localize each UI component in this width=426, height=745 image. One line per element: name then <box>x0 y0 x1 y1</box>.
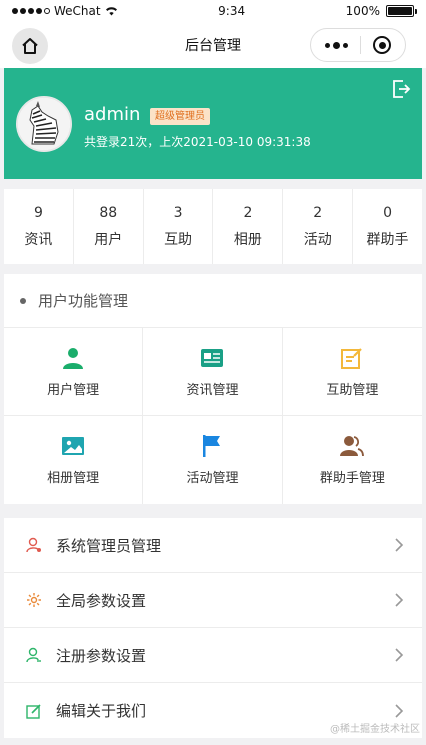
function-section: 用户功能管理 用户管理 资讯管理 互助管理 相册管理 活动管理 群助手管理 <box>4 274 422 504</box>
stat-users[interactable]: 88 用户 <box>74 189 144 264</box>
stat-albums[interactable]: 2 相册 <box>213 189 284 264</box>
chevron-right-icon <box>395 538 404 552</box>
function-grid: 用户管理 资讯管理 互助管理 相册管理 活动管理 群助手管理 <box>4 328 422 504</box>
stat-value: 0 <box>383 204 393 221</box>
section-header: 用户功能管理 <box>4 274 422 328</box>
grid-item-label: 互助管理 <box>326 382 379 398</box>
target-icon <box>378 41 386 49</box>
register-user-icon <box>26 647 41 663</box>
grid-item-label: 相册管理 <box>47 471 100 486</box>
stat-news[interactable]: 9 资讯 <box>4 189 74 264</box>
watermark: @稀土掘金技术社区 <box>330 724 420 735</box>
page-title: 后台管理 <box>185 38 241 54</box>
settings-list: 系统管理员管理 全局参数设置 注册参数设置 编辑关于我们 <box>4 518 422 738</box>
grid-item-activity-management[interactable]: 活动管理 <box>143 416 283 504</box>
grid-item-group-assistant-management[interactable]: 群助手管理 <box>283 416 422 504</box>
avatar[interactable] <box>16 96 72 152</box>
username: admin <box>84 104 141 125</box>
grid-item-user-management[interactable]: 用户管理 <box>4 328 144 416</box>
list-item-label: 编辑关于我们 <box>56 702 147 720</box>
mini-program-capsule <box>310 28 406 62</box>
stat-activities[interactable]: 2 活动 <box>283 189 354 264</box>
stat-value: 9 <box>33 204 43 221</box>
status-time: 9:34 <box>218 4 246 18</box>
wifi-icon <box>105 7 117 16</box>
list-item-label: 全局参数设置 <box>56 591 147 610</box>
grid-item-album-management[interactable]: 相册管理 <box>4 416 144 504</box>
login-info: 共登录21次，上次2021-03-10 09:31:38 <box>84 135 311 149</box>
list-item-global-settings[interactable]: 全局参数设置 <box>4 573 422 628</box>
close-mini-program-button[interactable] <box>373 36 391 54</box>
photo-icon <box>62 437 85 455</box>
edit-icon <box>26 703 41 719</box>
edit-note-icon <box>341 347 363 369</box>
stat-label: 用户 <box>94 231 123 248</box>
gear-icon <box>27 593 41 607</box>
stat-label: 互助 <box>164 231 193 248</box>
list-item-admin-management[interactable]: 系统管理员管理 <box>4 518 422 573</box>
profile-header: admin 超级管理员 共登录21次，上次2021-03-10 09:31:38 <box>4 68 422 179</box>
grid-item-label: 资讯管理 <box>186 382 239 398</box>
status-bar-right: 100% <box>345 4 417 18</box>
chevron-right-icon <box>395 593 404 607</box>
battery-percent: 100% <box>345 4 380 18</box>
battery-icon <box>385 5 417 17</box>
list-item-label: 注册参数设置 <box>56 646 147 665</box>
stat-label: 资讯 <box>24 231 53 248</box>
signal-icon <box>12 8 50 14</box>
admin-user-icon <box>26 537 41 553</box>
section-title: 用户功能管理 <box>38 292 129 310</box>
stat-group-assistant[interactable]: 0 群助手 <box>353 189 422 264</box>
stat-label: 群助手 <box>366 231 409 248</box>
nav-bar: 后台管理 <box>0 22 426 68</box>
grid-item-label: 用户管理 <box>47 382 100 398</box>
grid-item-label: 群助手管理 <box>319 471 385 486</box>
capsule-divider <box>360 36 361 54</box>
list-item-label: 系统管理员管理 <box>56 536 162 555</box>
grid-item-news-management[interactable]: 资讯管理 <box>143 328 283 416</box>
stats-bar: 9 资讯 88 用户 3 互助 2 相册 2 活动 0 群助手 <box>4 189 422 264</box>
carrier-label: WeChat <box>54 4 101 18</box>
home-icon <box>22 38 38 54</box>
flag-icon <box>203 435 221 457</box>
stat-label: 相册 <box>233 231 262 248</box>
status-bar: WeChat 9:34 100% <box>0 0 426 22</box>
more-menu-button[interactable] <box>325 41 348 49</box>
stat-mutual-help[interactable]: 3 互助 <box>144 189 214 264</box>
bullet-icon <box>20 297 26 304</box>
home-button[interactable] <box>12 28 48 64</box>
stat-value: 2 <box>313 204 323 221</box>
group-icon <box>340 436 365 457</box>
stat-value: 88 <box>99 204 118 221</box>
chevron-right-icon <box>395 703 404 718</box>
stat-label: 活动 <box>303 231 332 248</box>
zebra-avatar-icon <box>18 98 70 150</box>
chevron-right-icon <box>395 648 404 662</box>
stat-value: 2 <box>243 204 253 221</box>
logout-icon[interactable] <box>390 78 412 100</box>
news-card-icon <box>201 348 224 367</box>
list-item-registration-settings[interactable]: 注册参数设置 <box>4 628 422 683</box>
stat-value: 3 <box>173 204 183 221</box>
status-bar-left: WeChat <box>12 4 118 18</box>
grid-item-mutual-help-management[interactable]: 互助管理 <box>282 328 422 416</box>
user-icon <box>63 347 84 369</box>
role-badge: 超级管理员 <box>150 108 210 125</box>
grid-item-label: 活动管理 <box>186 471 239 486</box>
